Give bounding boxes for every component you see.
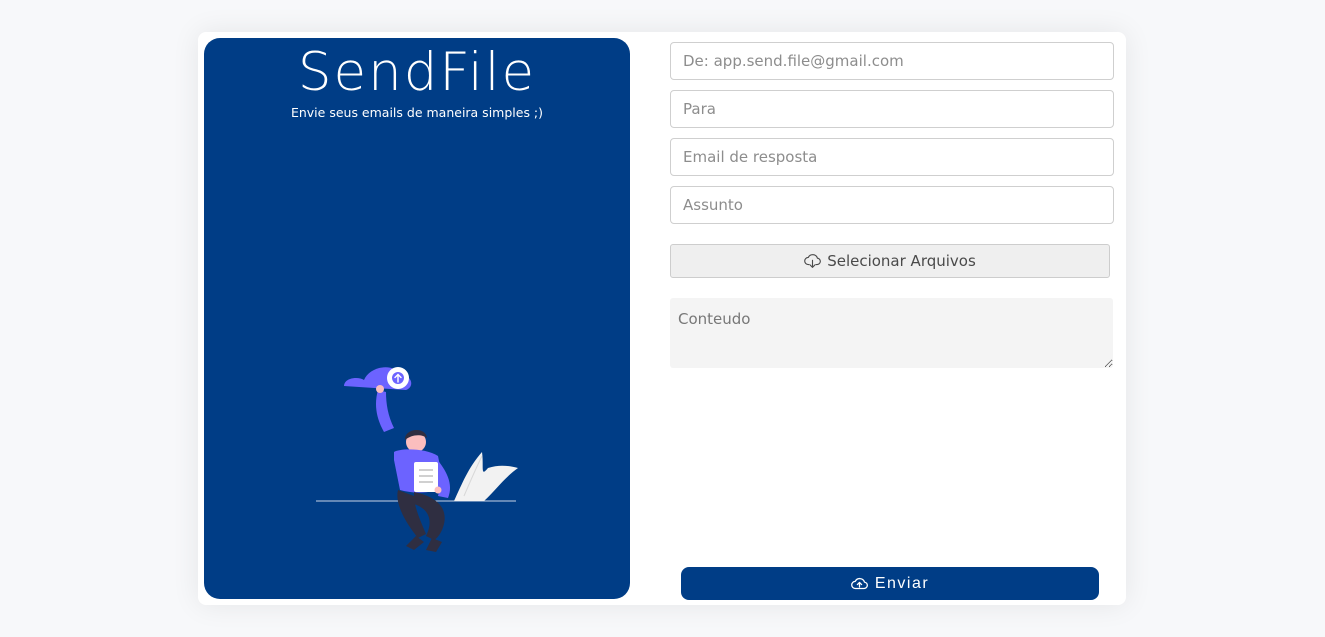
select-files-button[interactable]: Selecionar Arquivos [670, 244, 1110, 278]
plant [454, 452, 518, 501]
send-button[interactable]: Enviar [681, 567, 1099, 600]
cloud-download-icon [804, 253, 822, 269]
subject-field[interactable] [670, 186, 1114, 224]
reply-to-field[interactable] [670, 138, 1114, 176]
brand-title: SendFile [297, 42, 537, 103]
content-textarea[interactable] [670, 298, 1113, 368]
brand-subtitle: Envie seus emails de maneira simples ;) [290, 105, 544, 120]
send-label: Enviar [874, 574, 930, 592]
select-files-label: Selecionar Arquivos [827, 252, 976, 270]
from-field[interactable] [670, 42, 1114, 80]
cloud-upload-icon [850, 576, 868, 591]
person-holding-cloud-illustration [316, 367, 518, 552]
to-field[interactable] [670, 90, 1114, 128]
brand-panel: SendFile Envie seus emails de maneira si… [204, 38, 630, 599]
